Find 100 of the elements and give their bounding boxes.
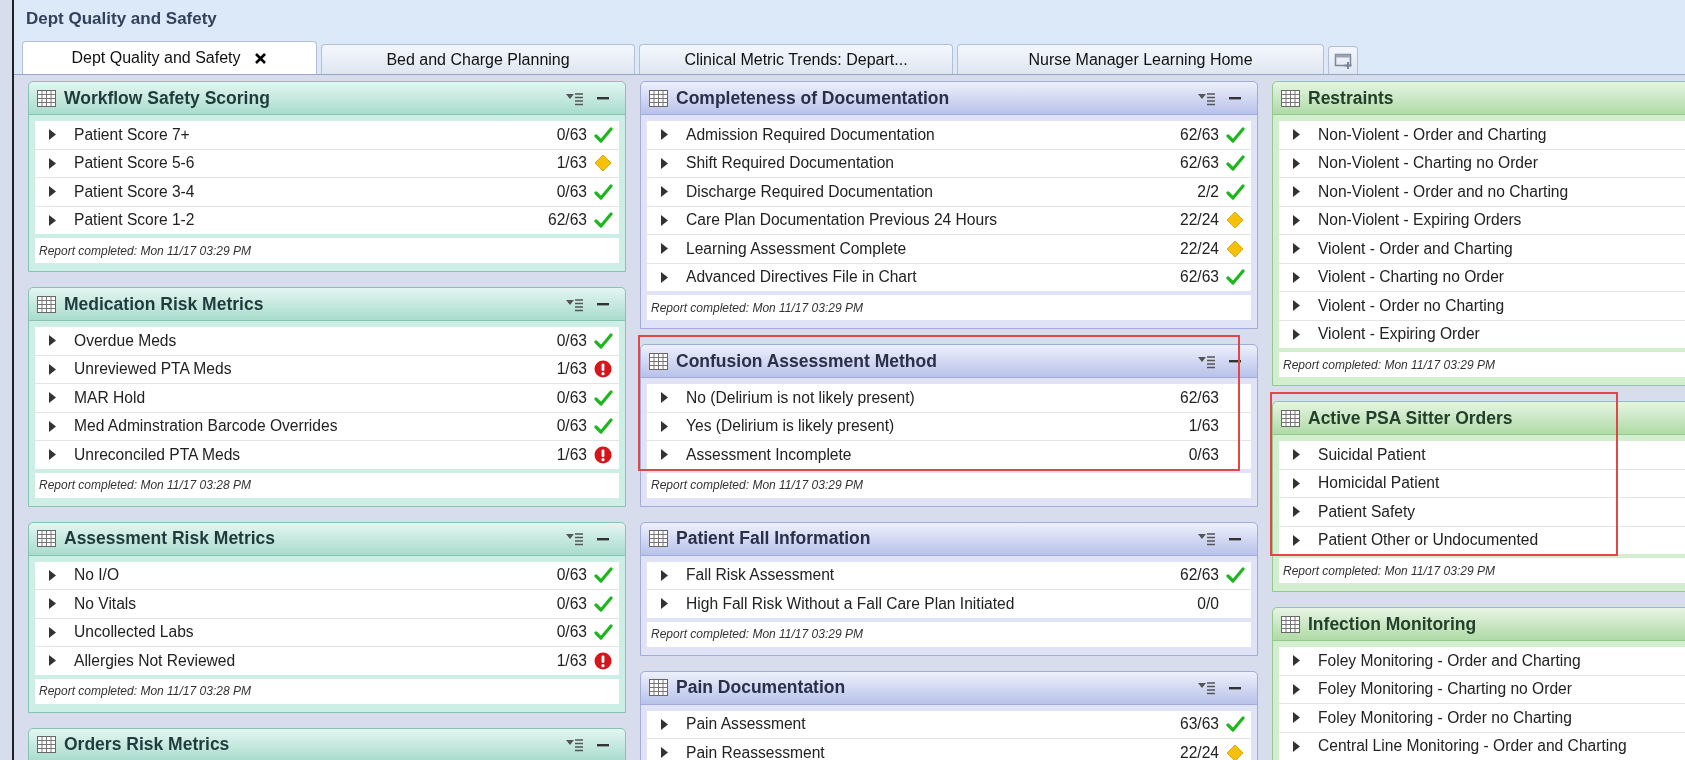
row-label[interactable]: Foley Monitoring - Order and Charting	[1318, 651, 1685, 670]
tab[interactable]: Dept Quality and Safety	[22, 41, 317, 74]
row-label[interactable]: Learning Assessment Complete	[686, 239, 1180, 258]
expand-arrow-icon[interactable]	[1293, 157, 1300, 169]
row-label[interactable]: Unreviewed PTA Meds	[74, 360, 557, 379]
expand-arrow-icon[interactable]	[1293, 300, 1300, 312]
expand-arrow-icon[interactable]	[49, 157, 56, 169]
expand-arrow-icon[interactable]	[661, 718, 668, 730]
grid-icon	[649, 352, 668, 370]
expand-arrow-icon[interactable]	[1293, 271, 1300, 283]
expand-arrow-icon[interactable]	[661, 129, 668, 141]
row-label[interactable]: Patient Score 7+	[74, 125, 557, 144]
expand-arrow-icon[interactable]	[661, 598, 668, 610]
row-label[interactable]: Non-Violent - Expiring Orders	[1318, 211, 1685, 230]
expand-arrow-icon[interactable]	[661, 569, 668, 581]
expand-arrow-icon[interactable]	[1293, 186, 1300, 198]
expand-arrow-icon[interactable]	[1293, 712, 1300, 724]
expand-arrow-icon[interactable]	[49, 186, 56, 198]
row-label[interactable]: Violent - Expiring Order	[1318, 325, 1685, 344]
expand-arrow-icon[interactable]	[1293, 477, 1300, 489]
row-label[interactable]: Patient Score 5-6	[74, 154, 557, 173]
expand-arrow-icon[interactable]	[49, 598, 56, 610]
tab[interactable]: Bed and Charge Planning	[321, 44, 635, 74]
row-label[interactable]: Patient Other or Undocumented	[1318, 531, 1685, 550]
expand-arrow-icon[interactable]	[661, 214, 668, 226]
row-label[interactable]: Yes (Delirium is likely present)	[686, 417, 1189, 436]
expand-arrow-icon[interactable]	[661, 243, 668, 255]
row-label[interactable]: Allergies Not Reviewed	[74, 651, 557, 670]
row-label[interactable]: Overdue Meds	[74, 331, 557, 350]
row-label[interactable]: No I/O	[74, 566, 557, 585]
tab[interactable]: Nurse Manager Learning Home	[957, 44, 1324, 74]
menu-icon[interactable]	[566, 296, 583, 312]
expand-arrow-icon[interactable]	[49, 569, 56, 581]
menu-icon[interactable]	[566, 90, 583, 106]
grid-icon	[37, 89, 56, 107]
row-label[interactable]: Non-Violent - Order and Charting	[1318, 125, 1685, 144]
row-label[interactable]: Pain Assessment	[686, 715, 1180, 734]
menu-icon[interactable]	[1198, 680, 1215, 695]
row-label[interactable]: Patient Safety	[1318, 502, 1685, 521]
row-label[interactable]: Foley Monitoring - Order no Charting	[1318, 708, 1685, 727]
expand-arrow-icon[interactable]	[661, 392, 668, 404]
new-tab-icon[interactable]	[1333, 51, 1353, 70]
expand-arrow-icon[interactable]	[49, 129, 56, 141]
expand-arrow-icon[interactable]	[661, 186, 668, 198]
row-label[interactable]: Patient Score 1-2	[74, 211, 548, 230]
row-label[interactable]: Med Adminstration Barcode Overrides	[74, 417, 557, 436]
expand-arrow-icon[interactable]	[1293, 328, 1300, 340]
expand-arrow-icon[interactable]	[49, 449, 56, 461]
row-label[interactable]: Discharge Required Documentation	[686, 182, 1198, 201]
menu-icon[interactable]	[1198, 90, 1215, 106]
menu-icon[interactable]	[1198, 531, 1215, 546]
expand-arrow-icon[interactable]	[661, 157, 668, 169]
row-label[interactable]: Violent - Charting no Order	[1318, 268, 1685, 287]
expand-arrow-icon[interactable]	[1293, 506, 1300, 518]
expand-arrow-icon[interactable]	[1293, 740, 1300, 752]
expand-arrow-icon[interactable]	[661, 747, 668, 759]
expand-arrow-icon[interactable]	[1293, 534, 1300, 546]
row-label[interactable]: Admission Required Documentation	[686, 125, 1180, 144]
row-label[interactable]: Non-Violent - Charting no Order	[1318, 154, 1685, 173]
row-label[interactable]: Pain Reassessment	[686, 743, 1180, 760]
expand-arrow-icon[interactable]	[1293, 243, 1300, 255]
row-label[interactable]: Fall Risk Assessment	[686, 566, 1180, 585]
row-label[interactable]: Uncollected Labs	[74, 623, 557, 642]
row-label[interactable]: Homicidal Patient	[1318, 474, 1685, 493]
row-label[interactable]: Advanced Directives File in Chart	[686, 268, 1180, 287]
expand-arrow-icon[interactable]	[49, 655, 56, 667]
expand-arrow-icon[interactable]	[1293, 655, 1300, 667]
row-label[interactable]: Violent - Order no Charting	[1318, 296, 1685, 315]
row-label[interactable]: Care Plan Documentation Previous 24 Hours	[686, 211, 1180, 230]
close-icon[interactable]	[254, 51, 268, 65]
row-label[interactable]: Unreconciled PTA Meds	[74, 445, 557, 464]
expand-arrow-icon[interactable]	[661, 420, 668, 432]
row-label[interactable]: Suicidal Patient	[1318, 445, 1685, 464]
menu-icon[interactable]	[566, 737, 583, 752]
expand-arrow-icon[interactable]	[49, 335, 56, 347]
row-label[interactable]: Violent - Order and Charting	[1318, 239, 1685, 258]
expand-arrow-icon[interactable]	[49, 363, 56, 375]
expand-arrow-icon[interactable]	[1293, 449, 1300, 461]
menu-icon[interactable]	[1198, 353, 1215, 369]
expand-arrow-icon[interactable]	[49, 392, 56, 404]
tab[interactable]: Clinical Metric Trends: Depart...	[639, 44, 953, 74]
expand-arrow-icon[interactable]	[49, 420, 56, 432]
expand-arrow-icon[interactable]	[661, 449, 668, 461]
expand-arrow-icon[interactable]	[49, 214, 56, 226]
row-label[interactable]: Foley Monitoring - Charting no Order	[1318, 680, 1685, 699]
row-label[interactable]: No (Delirium is not likely present)	[686, 388, 1180, 407]
row-label[interactable]: Non-Violent - Order and no Charting	[1318, 182, 1685, 201]
menu-icon[interactable]	[566, 531, 583, 546]
row-label[interactable]: No Vitals	[74, 594, 557, 613]
expand-arrow-icon[interactable]	[1293, 129, 1300, 141]
row-label[interactable]: Assessment Incomplete	[686, 445, 1189, 464]
expand-arrow-icon[interactable]	[49, 626, 56, 638]
expand-arrow-icon[interactable]	[661, 271, 668, 283]
expand-arrow-icon[interactable]	[1293, 683, 1300, 695]
row-label[interactable]: High Fall Risk Without a Fall Care Plan Initiated	[686, 594, 1198, 613]
row-label[interactable]: Patient Score 3-4	[74, 182, 557, 201]
row-label[interactable]: MAR Hold	[74, 388, 557, 407]
expand-arrow-icon[interactable]	[1293, 214, 1300, 226]
row-label[interactable]: Central Line Monitoring - Order and Charting	[1318, 737, 1685, 756]
row-label[interactable]: Shift Required Documentation	[686, 154, 1180, 173]
